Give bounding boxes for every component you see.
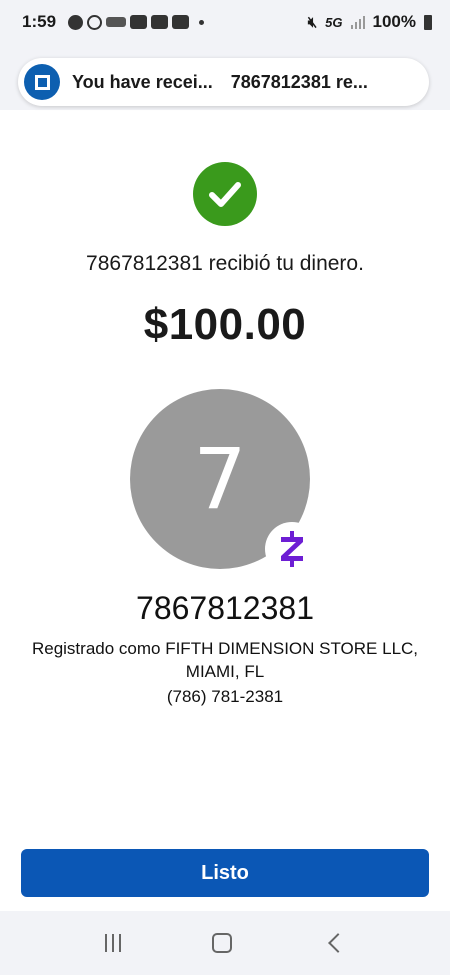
link-app-icon (87, 14, 103, 30)
temu-app-icon (106, 17, 127, 27)
status-left: 1:59 (22, 12, 205, 32)
recent-apps-icon[interactable] (105, 934, 122, 952)
notification-title: You have recei... (72, 71, 213, 92)
back-icon[interactable] (327, 933, 348, 953)
navigation-bar (0, 911, 450, 975)
network-type: 5G (325, 14, 343, 30)
status-right: 🔇︎ 5G 100% (308, 12, 432, 32)
battery-percent: 100% (372, 12, 416, 31)
notification-body: 7867812381 re... (230, 71, 368, 92)
status-time: 1:59 (22, 12, 57, 31)
amount: $100.00 (143, 300, 307, 349)
zelle-icon: Z (265, 522, 319, 576)
youtube-icon (172, 15, 190, 29)
registered-line-2: MIAMI, FL (185, 662, 265, 681)
youtube-icon (151, 15, 169, 29)
notification-banner[interactable]: You have recei... 7867812381 re... (18, 58, 429, 106)
notification-icons (68, 14, 205, 30)
notification-area: You have recei... 7867812381 re... (0, 44, 450, 110)
mute-icon: 🔇︎ (307, 13, 318, 31)
chase-app-icon (68, 14, 84, 30)
home-icon[interactable] (211, 933, 232, 953)
youtube-icon (130, 15, 148, 29)
signal-icon (350, 15, 365, 29)
battery-icon (424, 14, 432, 30)
avatar-initial: 7 (193, 430, 247, 528)
recipient-name: 7867812381 (136, 590, 314, 626)
status-bar: 1:59 🔇︎ 5G 100% (0, 0, 450, 44)
more-notifications-dot-icon (199, 19, 205, 25)
chase-logo-icon (24, 64, 60, 100)
registered-as: Registrado como FIFTH DIMENSION STORE LL… (20, 637, 430, 683)
recipient-phone: (786) 781-2381 (166, 687, 284, 706)
success-checkmark-icon (193, 162, 257, 226)
done-button[interactable]: Listo (21, 849, 429, 897)
registered-line-1: Registrado como FIFTH DIMENSION STORE LL… (31, 639, 419, 658)
confirmation-message: 7867812381 recibió tu dinero. (86, 252, 364, 275)
